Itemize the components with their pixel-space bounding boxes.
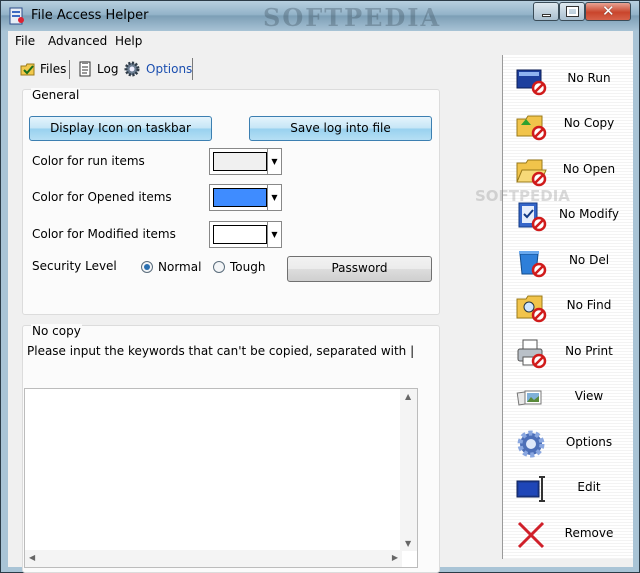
scroll-down-icon[interactable]: ▼ <box>405 539 411 548</box>
radio-tough[interactable]: Tough <box>213 260 265 274</box>
maximize-button[interactable] <box>559 2 585 21</box>
app-icon <box>9 7 24 25</box>
color-modified-label: Color for Modified items <box>32 227 176 241</box>
options-button[interactable]: Options <box>503 424 634 464</box>
no-modify-button[interactable]: No Modify <box>503 196 634 236</box>
radio-normal[interactable]: Normal <box>141 260 201 274</box>
scroll-up-icon[interactable]: ▲ <box>405 392 411 401</box>
no-find-label: No Find <box>566 298 612 312</box>
remove-button[interactable]: Remove <box>503 515 634 555</box>
display-icon-button[interactable]: Display Icon on taskbar <box>29 116 212 141</box>
tab-separator <box>192 58 193 80</box>
app-window: SOFTPEDIA File Access Helper ✕ File Adva… <box>0 0 640 573</box>
no-modify-icon <box>518 202 547 232</box>
action-toolbar: SOFTPEDIA No Run No Copy No Open No Modi… <box>475 55 634 559</box>
no-run-button[interactable]: No Run <box>503 60 634 100</box>
no-print-icon <box>517 339 547 369</box>
tab-separator <box>69 60 70 79</box>
no-del-label: No Del <box>568 253 610 267</box>
no-print-label: No Print <box>565 344 613 358</box>
remove-label: Remove <box>564 526 614 540</box>
general-group: General Display Icon on taskbar Save log… <box>22 88 440 315</box>
edit-label: Edit <box>577 480 601 494</box>
no-modify-label: No Modify <box>559 207 619 221</box>
no-del-icon <box>519 251 547 278</box>
no-copy-button[interactable]: No Copy <box>503 105 634 145</box>
no-find-icon <box>516 295 547 323</box>
nocopy-instruction: Please input the keywords that can't be … <box>27 344 415 358</box>
edit-icon <box>516 476 545 502</box>
chevron-down-icon[interactable]: ▼ <box>267 185 281 210</box>
tab-files[interactable]: Files <box>20 58 66 80</box>
title-watermark: SOFTPEDIA <box>263 3 442 32</box>
tab-options-label: Options <box>146 62 193 76</box>
color-opened-label: Color for Opened items <box>32 190 172 204</box>
color-run-swatch <box>213 152 267 171</box>
color-modified-picker[interactable]: ▼ <box>209 221 282 248</box>
remove-icon <box>517 521 545 549</box>
scroll-right-icon[interactable]: ▶ <box>392 553 398 562</box>
view-button[interactable]: View <box>503 378 634 418</box>
no-del-button[interactable]: No Del <box>503 242 634 282</box>
menu-bar: File Advanced Help <box>8 31 633 51</box>
radio-tough-dot[interactable] <box>213 261 225 273</box>
tab-files-label: Files <box>40 62 67 76</box>
minimize-button[interactable] <box>533 2 559 21</box>
no-run-label: No Run <box>567 71 611 85</box>
chevron-down-icon[interactable]: ▼ <box>267 149 281 174</box>
radio-normal-dot[interactable] <box>141 261 153 273</box>
save-log-button[interactable]: Save log into file <box>249 116 432 141</box>
view-icon <box>516 390 542 406</box>
options-panel: General Display Icon on taskbar Save log… <box>22 81 440 573</box>
log-icon <box>79 61 91 77</box>
security-level-label: Security Level <box>32 259 117 273</box>
scroll-left-icon[interactable]: ◀ <box>29 553 35 562</box>
no-open-icon <box>516 159 547 187</box>
menu-advanced[interactable]: Advanced <box>48 34 107 48</box>
gear-icon <box>124 61 140 77</box>
horizontal-scrollbar[interactable]: ◀ ▶ <box>25 550 402 567</box>
keywords-textarea[interactable]: ▲ ▼ ◀ ▶ <box>24 388 418 568</box>
window-title: File Access Helper <box>31 8 149 23</box>
no-find-button[interactable]: No Find <box>503 287 634 327</box>
no-open-label: No Open <box>562 162 616 176</box>
vertical-scrollbar[interactable]: ▲ ▼ <box>400 389 417 551</box>
edit-button[interactable]: Edit <box>503 469 634 509</box>
folder-check-icon <box>20 63 35 76</box>
password-button[interactable]: Password <box>287 256 432 282</box>
close-icon: ✕ <box>602 2 615 20</box>
menu-file[interactable]: File <box>15 34 35 48</box>
general-title: General <box>31 88 81 102</box>
radio-normal-label: Normal <box>158 260 202 274</box>
color-opened-picker[interactable]: ▼ <box>209 184 282 211</box>
menu-help[interactable]: Help <box>115 34 142 48</box>
maximize-icon <box>566 6 579 17</box>
tab-log-label: Log <box>97 62 119 76</box>
nocopy-title: No copy <box>31 324 82 338</box>
no-run-icon <box>516 69 547 96</box>
color-modified-swatch <box>213 225 267 244</box>
no-open-button[interactable]: No Open <box>503 151 634 191</box>
minimize-icon <box>542 14 551 17</box>
color-opened-swatch <box>213 188 267 207</box>
radio-tough-label: Tough <box>230 260 266 274</box>
no-copy-label: No Copy <box>563 116 615 130</box>
no-print-button[interactable]: No Print <box>503 333 634 373</box>
tab-options[interactable]: Options <box>124 58 192 80</box>
color-run-picker[interactable]: ▼ <box>209 148 282 175</box>
close-button[interactable]: ✕ <box>585 2 631 21</box>
tab-log[interactable]: Log <box>77 58 118 80</box>
options-gear-icon <box>517 430 545 458</box>
options-label: Options <box>565 435 613 449</box>
color-run-label: Color for run items <box>32 154 145 168</box>
chevron-down-icon[interactable]: ▼ <box>267 222 281 247</box>
client-area: File Advanced Help Files Log Options Gen… <box>8 31 634 573</box>
view-label: View <box>574 389 604 403</box>
no-copy-icon <box>516 115 547 141</box>
title-bar[interactable]: SOFTPEDIA File Access Helper ✕ <box>1 1 639 32</box>
